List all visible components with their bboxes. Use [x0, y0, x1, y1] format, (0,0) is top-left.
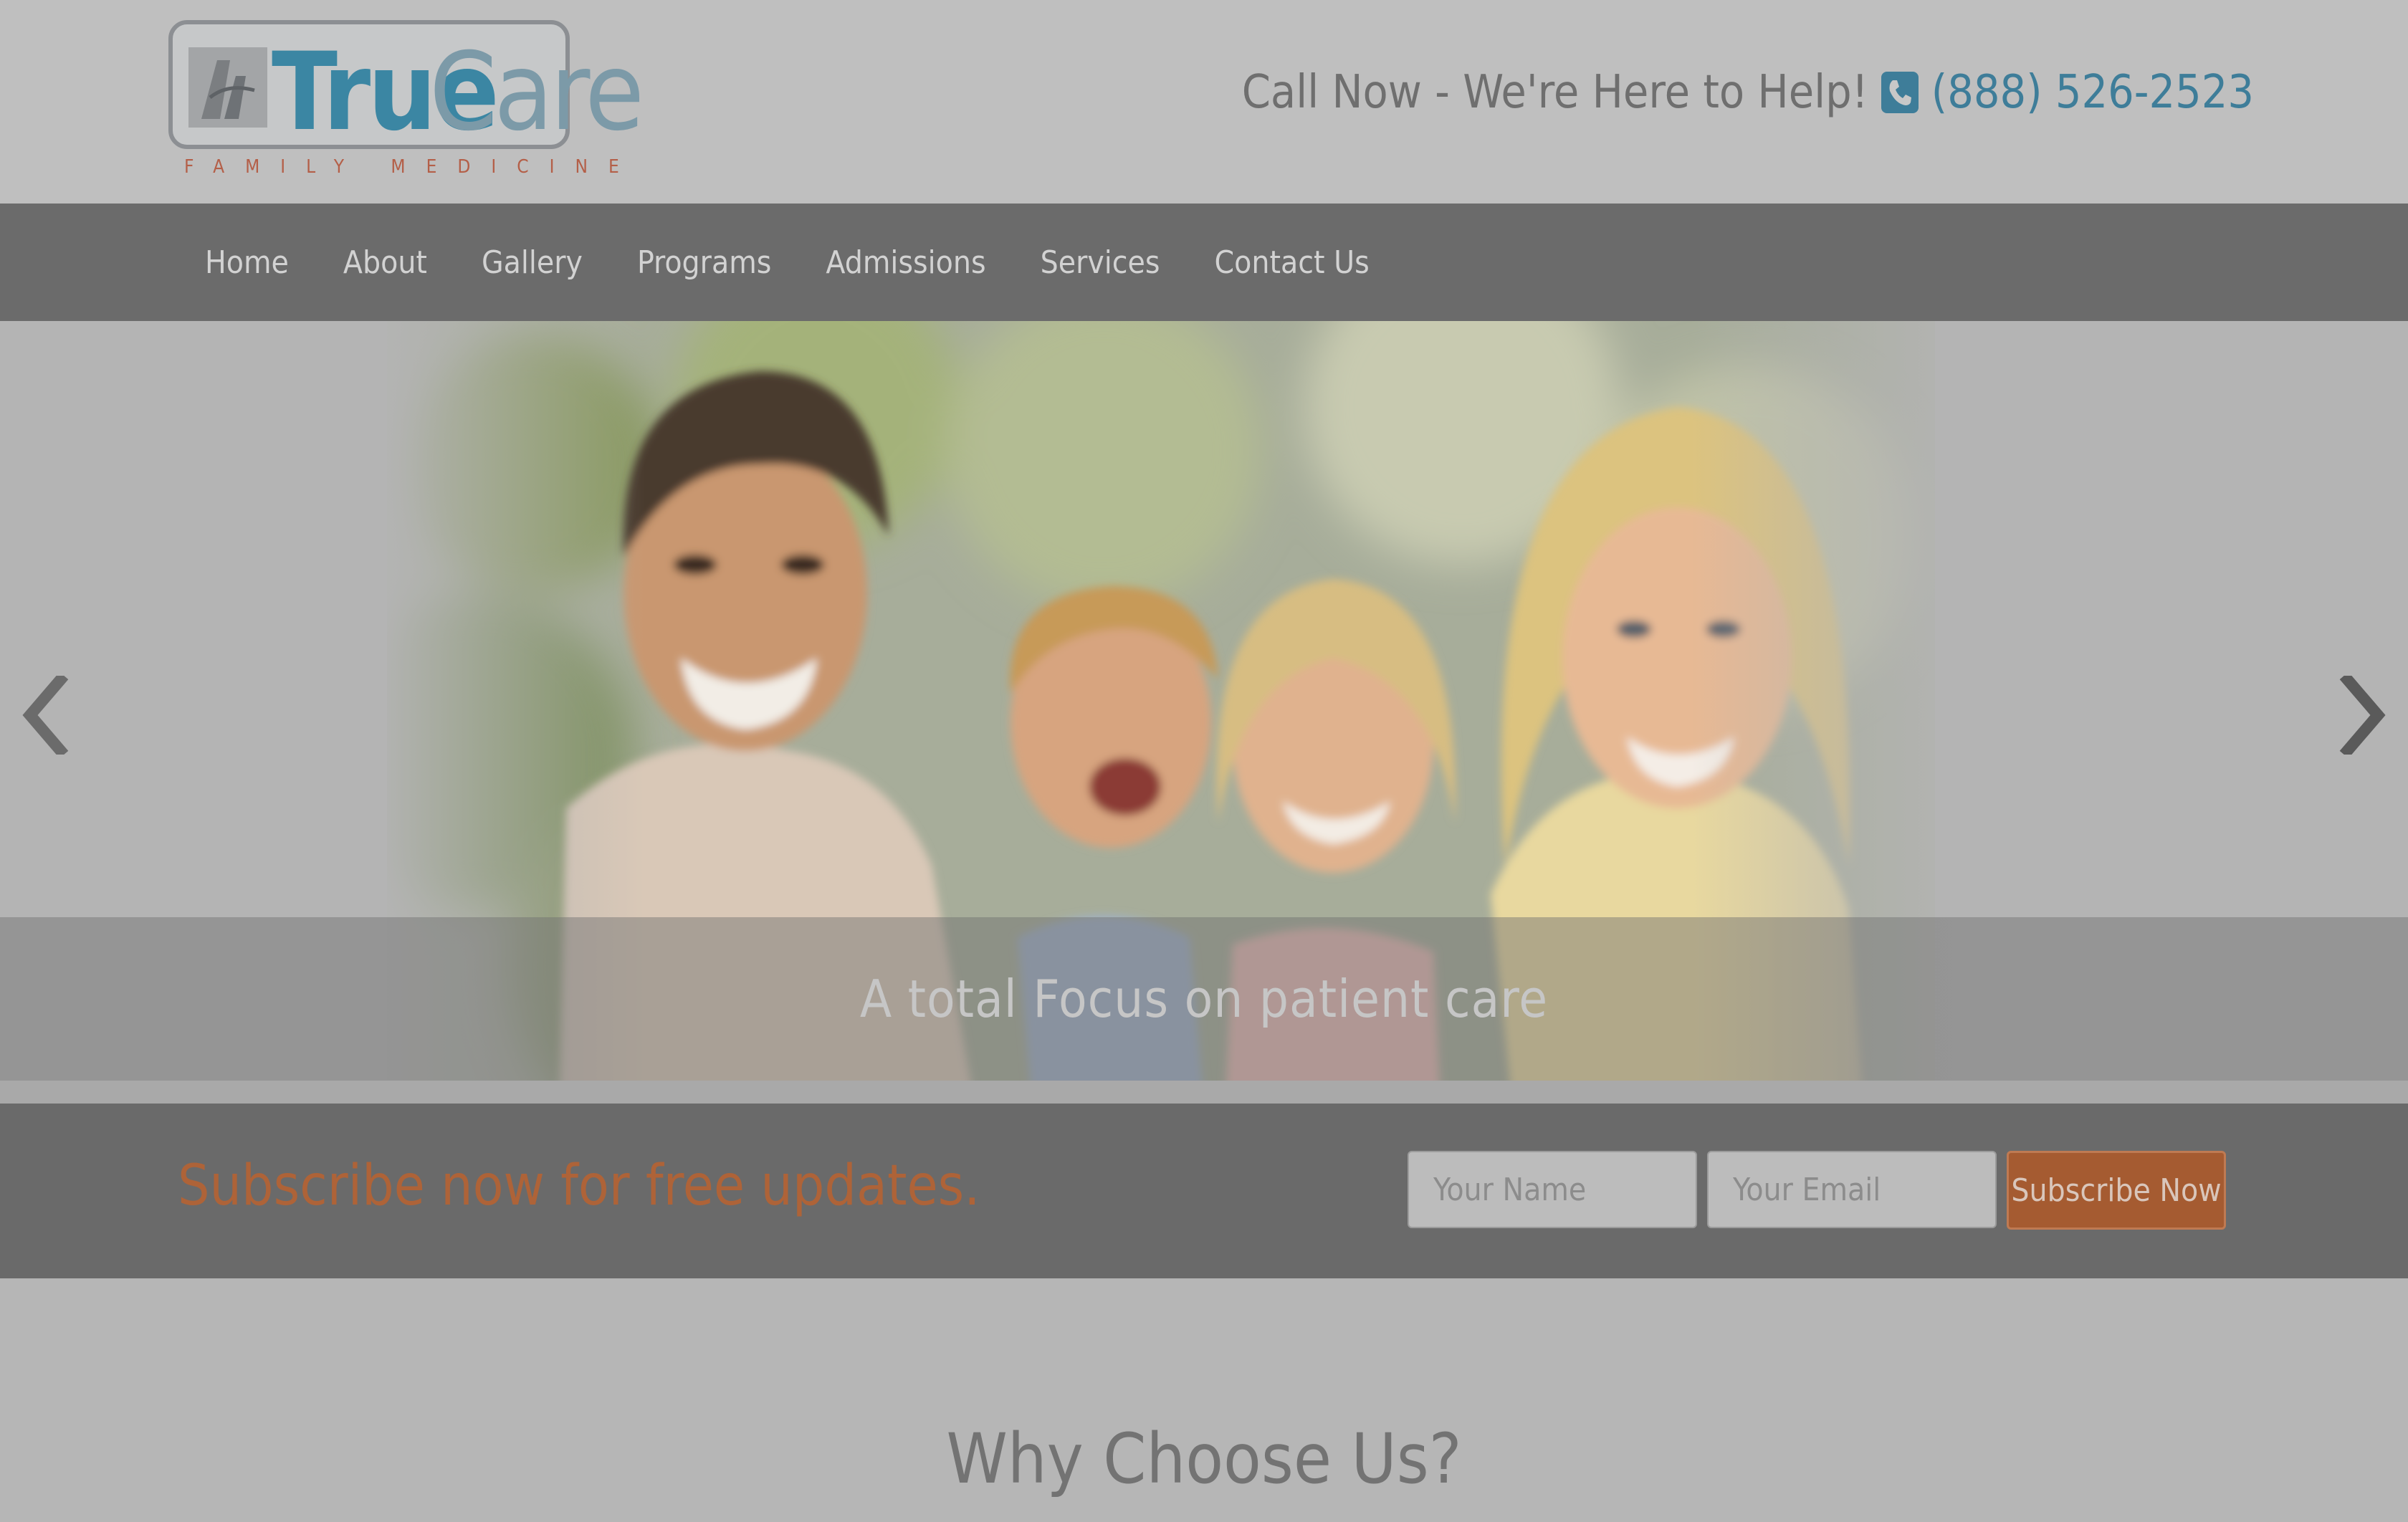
- nav-item-about[interactable]: About: [316, 244, 454, 281]
- nav-item-programs[interactable]: Programs: [610, 244, 798, 281]
- name-input[interactable]: Your Name: [1408, 1151, 1697, 1228]
- hero-caption-band: A total Focus on patient care: [0, 917, 2408, 1081]
- nav-item-gallery[interactable]: Gallery: [454, 244, 610, 281]
- why-choose-us-section: Why Choose Us?: [0, 1278, 2408, 1522]
- hero-caption: A total Focus on patient care: [859, 969, 1549, 1029]
- truecare-logo[interactable]: True Care FAMILY MEDICINE: [168, 20, 644, 179]
- main-navigation: Home About Gallery Programs Admissions S…: [0, 204, 2408, 321]
- nav-item-contact-us[interactable]: Contact Us: [1188, 244, 1397, 281]
- site-header: True Care FAMILY MEDICINE Call Now - We'…: [0, 0, 2408, 204]
- nav-item-services[interactable]: Services: [1013, 244, 1188, 281]
- nav-item-home[interactable]: Home: [178, 244, 316, 281]
- hero-bottom-strip: [0, 1081, 2408, 1104]
- call-now-text: Call Now - We're Here to Help!: [1241, 66, 1868, 119]
- chevron-right-icon[interactable]: [2338, 671, 2388, 759]
- phone-number-link[interactable]: (888) 526-2523: [1931, 66, 2254, 119]
- section-title: Why Choose Us?: [946, 1419, 1462, 1499]
- logo-mark-icon: [188, 47, 267, 128]
- call-banner: Call Now - We're Here to Help! (888) 526…: [1242, 60, 2254, 125]
- chevron-left-icon[interactable]: [20, 671, 70, 759]
- logo-tagline: FAMILY MEDICINE: [184, 156, 640, 178]
- subscribe-bar: Subscribe now for free updates. Your Nam…: [0, 1104, 2408, 1278]
- logo-word-care: Care: [429, 30, 644, 155]
- nav-item-admissions[interactable]: Admissions: [798, 244, 1013, 281]
- subscribe-button[interactable]: Subscribe Now: [2007, 1151, 2226, 1230]
- nav-menu: Home About Gallery Programs Admissions S…: [178, 204, 1397, 321]
- email-input[interactable]: Your Email: [1707, 1151, 1997, 1228]
- logo-frame: True Care: [168, 20, 644, 149]
- hero-slider: A total Focus on patient care: [0, 321, 2408, 1104]
- subscribe-headline: Subscribe now for free updates.: [178, 1154, 980, 1218]
- phone-icon: [1881, 72, 1919, 113]
